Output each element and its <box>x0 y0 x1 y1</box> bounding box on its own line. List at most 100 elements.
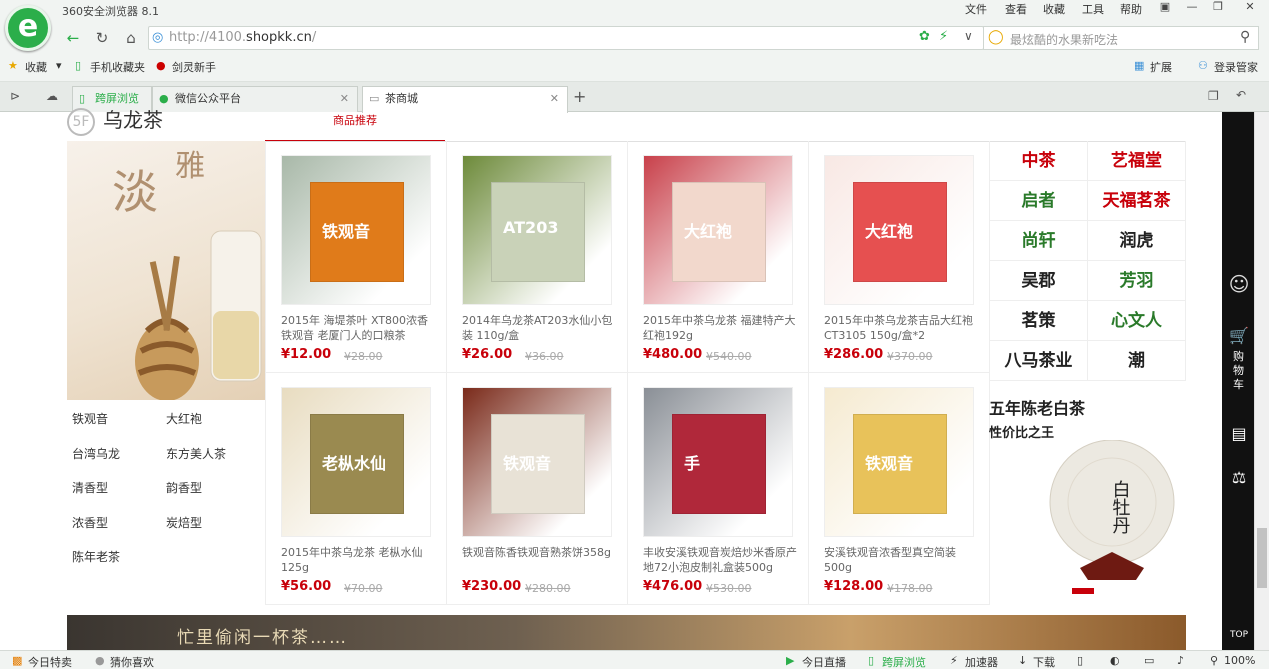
category-link[interactable]: 东方美人茶 <box>166 445 226 462</box>
layout-icon[interactable]: ▯ <box>1077 654 1083 667</box>
sound-icon[interactable]: ♪ <box>1177 654 1184 667</box>
product-card[interactable]: 铁观音 铁观音陈香铁观音熟茶饼358g ¥230.00 ¥280.00 <box>447 373 628 605</box>
close-icon[interactable]: ✕ <box>340 87 349 111</box>
category-banner[interactable]: 淡 雅 <box>67 141 265 400</box>
cart-label[interactable]: 购物车 <box>1233 350 1245 392</box>
product-name[interactable]: 2015年 海堤茶叶 XT800浓香铁观音 老厦门人的口粮茶 <box>281 313 439 343</box>
brand-logo[interactable]: 潮 <box>1088 341 1186 381</box>
close-button[interactable]: ✕ <box>1238 0 1262 16</box>
extension-button[interactable]: 扩展 <box>1150 59 1172 75</box>
security-icon[interactable]: ✿ <box>919 29 930 44</box>
tab-tea-mall[interactable]: ▭ 茶商城 ✕ <box>362 86 568 113</box>
category-link[interactable]: 炭焙型 <box>166 514 202 531</box>
product-image[interactable]: 铁观音 <box>281 155 431 305</box>
speed-icon[interactable]: ⚡ <box>939 29 948 44</box>
brand-logo[interactable]: 八马茶业 <box>990 341 1088 381</box>
chevron-down-icon[interactable]: ∨ <box>964 29 973 43</box>
back-icon[interactable]: ← <box>62 27 84 49</box>
menu-favorites[interactable]: 收藏 <box>1043 1 1065 17</box>
category-link[interactable]: 清香型 <box>72 479 108 496</box>
accelerator[interactable]: 加速器 <box>965 654 998 670</box>
tea-cake-image[interactable]: 白牡丹 <box>1040 440 1186 600</box>
zoom-level[interactable]: 100% <box>1224 654 1255 667</box>
menu-file[interactable]: 文件 <box>965 1 987 17</box>
product-name[interactable]: 2015年中茶乌龙茶吉品大红袍CT3105 150g/盒*2 <box>824 313 982 343</box>
brand-logo[interactable]: 艺福堂 <box>1088 141 1186 181</box>
address-bar[interactable]: ◎ http://4100.shopkk.cn/ ✿ ⚡ ∨ <box>148 26 984 50</box>
product-card[interactable]: 大红袍 2015年中茶乌龙茶 福建特产大红袍192g ¥480.00 ¥540.00 <box>628 141 809 373</box>
tab-recommend[interactable]: 商品推荐 <box>265 112 445 142</box>
product-card[interactable]: 大红袍 2015年中茶乌龙茶吉品大红袍CT3105 150g/盒*2 ¥286.00… <box>809 141 990 373</box>
promo-title[interactable]: 五年陈老白茶 <box>989 395 1085 419</box>
scrollbar-thumb[interactable] <box>1257 528 1267 588</box>
message-icon[interactable]: ▤ <box>1226 424 1252 443</box>
brand-logo[interactable]: 尚轩 <box>990 221 1088 261</box>
category-link[interactable]: 台湾乌龙 <box>72 445 120 462</box>
cloud-icon[interactable]: ☁ <box>46 89 58 103</box>
product-image[interactable]: 老枞水仙 <box>281 387 431 537</box>
category-link[interactable]: 韵香型 <box>166 479 202 496</box>
refresh-icon[interactable]: ↻ <box>91 27 113 49</box>
product-name[interactable]: 2015年中茶乌龙茶 福建特产大红袍192g <box>643 313 801 343</box>
brand-logo[interactable]: 润虎 <box>1088 221 1186 261</box>
product-card[interactable]: 手丰收安溪铁观音炭焙炒米香原产地72小泡皮制礼盒装500g ¥476.00 ¥530… <box>628 373 809 605</box>
product-card[interactable]: 老枞水仙 2015年中茶乌龙茶 老枞水仙125g ¥56.00 ¥70.00 <box>266 373 447 605</box>
brand-logo[interactable]: 天福茗茶 <box>1088 181 1186 221</box>
brand-logo[interactable]: 茗策 <box>990 301 1088 341</box>
guess-you-like[interactable]: 猜你喜欢 <box>110 654 154 670</box>
menu-tools[interactable]: 工具 <box>1082 1 1104 17</box>
menu-view[interactable]: 查看 <box>1005 1 1027 17</box>
category-link[interactable]: 陈年老茶 <box>72 548 120 565</box>
menu-help[interactable]: 帮助 <box>1120 1 1142 17</box>
cross-screen[interactable]: 跨屏浏览 <box>882 654 926 670</box>
window-icon[interactable]: ▭ <box>1144 654 1154 667</box>
bookmark-jianling[interactable]: 剑灵新手 <box>172 59 216 75</box>
product-name[interactable]: 2015年中茶乌龙茶 老枞水仙125g <box>281 545 439 575</box>
brand-logo[interactable]: 芳羽 <box>1088 261 1186 301</box>
download[interactable]: 下载 <box>1033 654 1055 670</box>
search-engine-icon[interactable]: ◯ <box>988 29 1004 45</box>
product-name[interactable]: 2014年乌龙茶AT203水仙小包装 110g/盒 <box>462 313 620 343</box>
browser-icon[interactable]: ◐ <box>1110 654 1120 667</box>
new-tab-button[interactable]: + <box>573 87 586 106</box>
home-icon[interactable]: ⌂ <box>120 27 142 49</box>
compare-icon[interactable]: ⚖ <box>1226 468 1252 487</box>
category-link[interactable]: 大红袍 <box>166 410 202 427</box>
back-to-top[interactable]: TOP <box>1230 630 1248 640</box>
search-box[interactable]: ◯ 最炫酷的水果新吃法 ⚲ <box>983 26 1259 50</box>
brand-logo[interactable]: 心文人 <box>1088 301 1186 341</box>
avatar[interactable]: ☺ <box>1226 272 1252 296</box>
product-image[interactable]: AT203 <box>462 155 612 305</box>
product-image[interactable]: 手 <box>643 387 793 537</box>
minimize-button[interactable]: — <box>1180 0 1204 16</box>
sidebar-toggle-icon[interactable]: ⊳ <box>10 89 20 103</box>
product-name[interactable]: 丰收安溪铁观音炭焙炒米香原产地72小泡皮制礼盒装500g <box>643 545 801 575</box>
chevron-down-icon[interactable]: ▾ <box>56 59 62 72</box>
today-deal[interactable]: 今日特卖 <box>28 654 72 670</box>
product-name[interactable]: 安溪铁观音浓香型真空简装500g <box>824 545 982 575</box>
brand-logo[interactable]: 吴郡 <box>990 261 1088 301</box>
restore-tabs-icon[interactable]: ❐ <box>1208 89 1219 103</box>
product-image[interactable]: 大红袍 <box>824 155 974 305</box>
close-icon[interactable]: ✕ <box>550 87 559 111</box>
cart-icon[interactable]: 🛒 <box>1226 326 1252 345</box>
product-card[interactable]: 铁观音 安溪铁观音浓香型真空简装500g ¥128.00 ¥178.00 <box>809 373 990 605</box>
product-name[interactable]: 铁观音陈香铁观音熟茶饼358g <box>462 545 620 575</box>
bookmark-favorites[interactable]: 收藏 <box>25 59 47 75</box>
product-image[interactable]: 大红袍 <box>643 155 793 305</box>
product-image[interactable]: 铁观音 <box>462 387 612 537</box>
login-button[interactable]: 登录管家 <box>1214 59 1258 75</box>
product-card[interactable]: 铁观音 2015年 海堤茶叶 XT800浓香铁观音 老厦门人的口粮茶 ¥12.00 ¥… <box>266 141 447 373</box>
bookmark-mobile[interactable]: 手机收藏夹 <box>90 59 145 75</box>
category-link[interactable]: 浓香型 <box>72 514 108 531</box>
brand-logo[interactable]: 中茶 <box>990 141 1088 181</box>
tab-wechat[interactable]: ● 微信公众平台 ✕ <box>152 86 358 112</box>
skin-icon[interactable]: ▣ <box>1153 0 1177 16</box>
undo-icon[interactable]: ↶ <box>1236 88 1246 102</box>
category-link[interactable]: 铁观音 <box>72 410 108 427</box>
brand-logo[interactable]: 启者 <box>990 181 1088 221</box>
maximize-button[interactable]: ❐ <box>1206 0 1230 16</box>
product-image[interactable]: 铁观音 <box>824 387 974 537</box>
today-live[interactable]: 今日直播 <box>802 654 846 670</box>
tea-banner-strip[interactable]: 忙里偷闲一杯茶…… <box>67 615 1186 650</box>
